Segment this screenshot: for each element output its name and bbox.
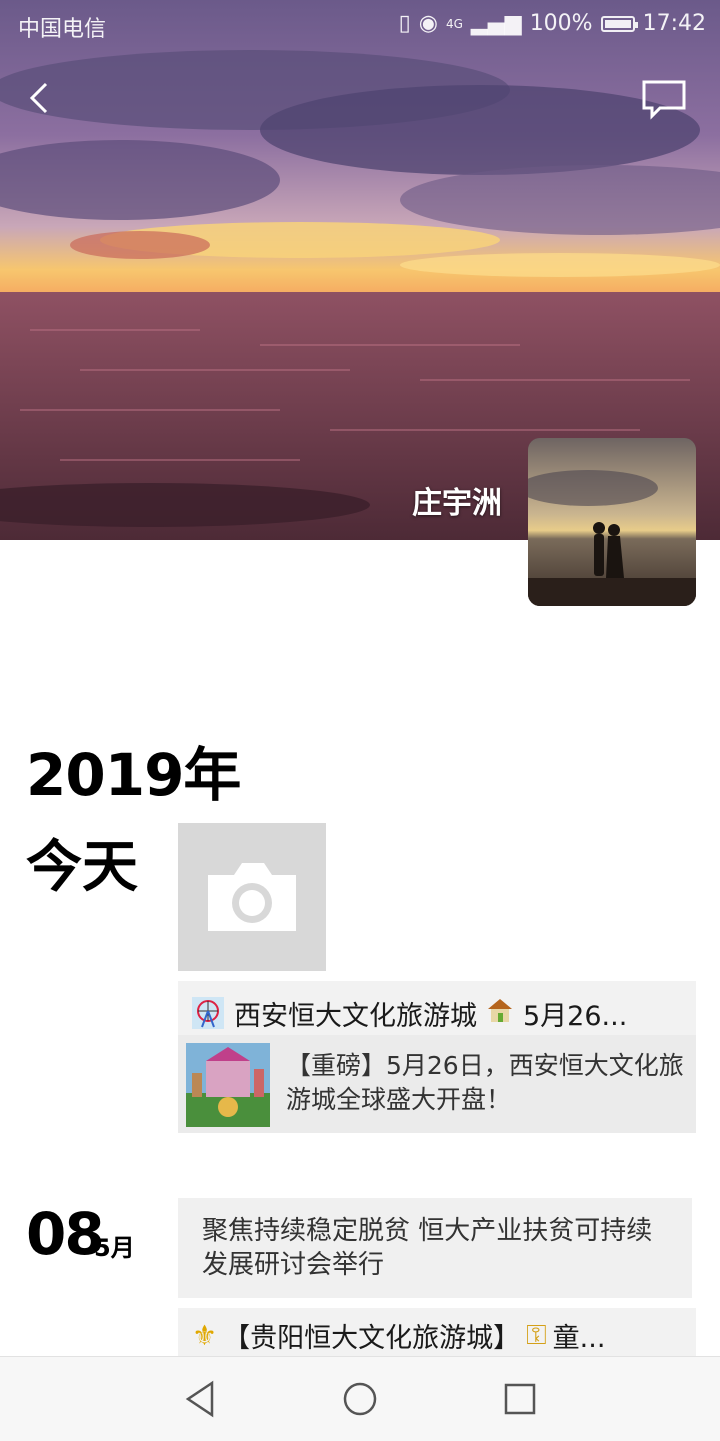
status-bar: 中国电信 ▯ ◉ 4G ▂▄▆ 100% 17:42 [0, 0, 720, 50]
eye-icon: ◉ [418, 11, 438, 36]
back-button[interactable] [22, 76, 62, 120]
key-icon: ⚿ [526, 1319, 547, 1351]
clock: 17:42 [642, 11, 706, 36]
card-thumbnail [186, 1043, 270, 1127]
network-label: 4G [445, 16, 463, 31]
shared-post-2-title: 【贵阳恒大文化旅游城】 [223, 1323, 521, 1354]
square-recents-icon [504, 1383, 536, 1415]
nav-recents-button[interactable] [498, 1377, 542, 1421]
circle-home-icon [343, 1382, 377, 1416]
carrier-label: 中国电信 [18, 17, 107, 42]
triangle-back-icon [185, 1380, 214, 1418]
signal-icon: ▂▄▆ [470, 11, 522, 36]
message-icon [642, 80, 686, 120]
camera-icon [208, 863, 296, 931]
entry-day: 08 [26, 1200, 105, 1268]
ferris-wheel-icon [192, 997, 224, 1029]
nav-home-button[interactable] [338, 1377, 382, 1421]
messages-button[interactable] [638, 76, 690, 120]
shared-link-card[interactable]: 【重磅】5月26日，西安恒大文化旅游城全球盛大开盘！ [178, 1035, 696, 1133]
entry-month: 5月 [94, 1234, 135, 1262]
nav-back-button[interactable] [178, 1377, 222, 1421]
shared-post-title: 西安恒大文化旅游城 [234, 1000, 477, 1032]
vibrate-icon: ▯ [398, 11, 411, 36]
card-text: 【重磅】5月26日，西安恒大文化旅游城全球盛大开盘！ [286, 1051, 684, 1114]
battery-icon [600, 15, 638, 32]
battery-percent: 100% [529, 11, 593, 36]
chevron-left-icon [29, 82, 48, 114]
add-photo-tile[interactable] [178, 823, 326, 971]
shared-post[interactable]: 西安恒大文化旅游城 5月26... 【重磅】5月26日，西安恒大文化旅游城全球盛… [178, 981, 696, 1133]
text-post[interactable]: 聚焦持续稳定脱贫 恒大产业扶贫可持续发展研讨会举行 [178, 1198, 692, 1298]
today-label: 今天 [26, 835, 138, 900]
text-post-body: 聚焦持续稳定脱贫 恒大产业扶贫可持续发展研讨会举行 [202, 1216, 653, 1280]
user-name: 庄宇洲 [412, 486, 502, 521]
house-icon [485, 995, 515, 1032]
shared-post-2[interactable]: ⚜ 【贵阳恒大文化旅游城】 ⚿ 童... [178, 1308, 696, 1356]
shared-post-title-tail: 5月26... [523, 1000, 628, 1032]
shared-post-2-title-tail: 童... [552, 1323, 606, 1354]
year-heading: 2019年 [26, 741, 241, 809]
system-nav-bar [0, 1356, 720, 1441]
fleur-de-lis-icon: ⚜ [192, 1319, 218, 1352]
avatar[interactable] [528, 438, 696, 606]
